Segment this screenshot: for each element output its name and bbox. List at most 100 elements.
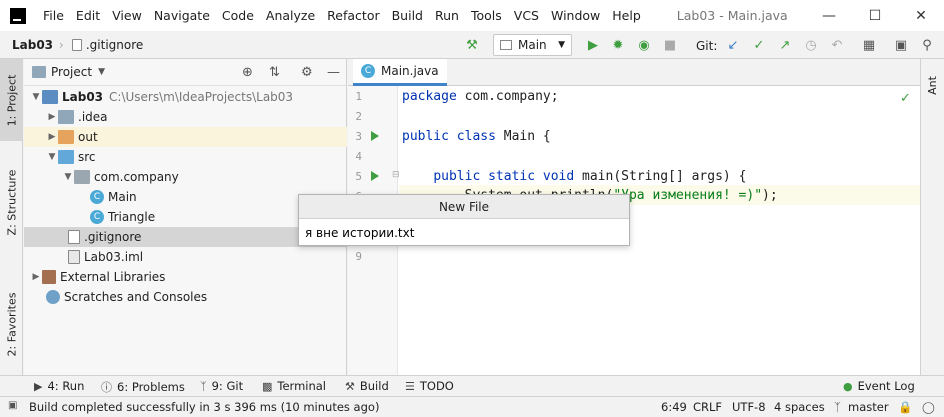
menu-analyze[interactable]: Analyze	[260, 0, 321, 31]
menu-file[interactable]: File	[37, 0, 70, 31]
tool-run[interactable]: ▶ 4: Run	[34, 379, 84, 393]
tool-todo[interactable]: ☰ TODO	[405, 379, 454, 393]
tab-favorites[interactable]: 2: Favorites	[0, 279, 23, 369]
chevron-right-icon[interactable]: ▶	[46, 132, 58, 142]
stop-icon[interactable]: ■	[662, 37, 678, 53]
fold-marker-icon[interactable]: ⊟	[392, 170, 400, 180]
tool-build[interactable]: ⚒ Build	[345, 379, 389, 393]
code-line-5[interactable]: public static void main(String[] args) {	[402, 169, 746, 184]
tab-ant[interactable]: Ant	[921, 65, 944, 105]
code-keyword: public static void	[433, 169, 575, 184]
tab-project[interactable]: 1: Project	[0, 59, 23, 141]
project-panel-title[interactable]: Project	[51, 65, 92, 79]
tree-item-scratches[interactable]: Scratches and Consoles	[24, 287, 347, 307]
tool-problems[interactable]: ⓘ 6: Problems	[101, 379, 185, 395]
tab-structure[interactable]: Z: Structure	[0, 155, 23, 249]
status-message[interactable]: Build completed successfully in 3 s 396 …	[29, 400, 379, 414]
menu-refactor[interactable]: Refactor	[321, 0, 385, 31]
breadcrumb-file[interactable]: .gitignore	[86, 38, 143, 52]
breadcrumb-separator-icon: ›	[59, 37, 64, 52]
menu-navigate[interactable]: Navigate	[148, 0, 216, 31]
debug-bug-icon[interactable]: ✹	[610, 37, 626, 53]
indent-setting[interactable]: 4 spaces	[774, 400, 825, 414]
menu-view[interactable]: View	[106, 0, 148, 31]
git-push-icon[interactable]: ↗	[777, 37, 793, 53]
tree-item-package[interactable]: ▼ com.company	[24, 167, 347, 187]
tree-item-out[interactable]: ▶ out	[24, 127, 347, 147]
menu-edit[interactable]: Edit	[70, 0, 106, 31]
lock-icon[interactable]: 🔒	[898, 400, 912, 414]
locate-target-icon[interactable]: ⊕	[242, 65, 253, 80]
code-line-3[interactable]: public class Main {	[402, 129, 551, 144]
line-number: 9	[355, 250, 362, 263]
git-update-icon[interactable]: ↙	[725, 37, 741, 53]
window-title: Lab03 - Main.java	[676, 8, 788, 23]
rollback-icon[interactable]: ↶	[829, 37, 845, 53]
search-icon[interactable]: ⚲	[919, 37, 935, 53]
run-configuration-select[interactable]: Main ▼	[493, 34, 572, 56]
menu-code[interactable]: Code	[216, 0, 260, 31]
maximize-button[interactable]: ☐	[852, 0, 898, 31]
breadcrumb-project[interactable]: Lab03	[12, 38, 53, 52]
run-gutter-icon[interactable]	[371, 171, 379, 181]
gitignore-file-icon	[71, 38, 82, 51]
editor-tab-main[interactable]: C Main.java	[353, 59, 447, 86]
chevron-down-icon[interactable]: ▼	[98, 67, 105, 77]
minimize-button[interactable]: —	[806, 0, 852, 31]
git-branch[interactable]: master	[848, 400, 889, 414]
terminal-icon: ▩	[262, 379, 273, 393]
menu-vcs[interactable]: VCS	[508, 0, 545, 31]
chevron-right-icon[interactable]: ▶	[46, 112, 58, 122]
run-gutter-icon[interactable]	[371, 131, 379, 141]
file-encoding[interactable]: UTF-8	[732, 400, 766, 414]
build-hammer-icon: ⚒	[345, 379, 355, 393]
menu-build[interactable]: Build	[386, 0, 429, 31]
tree-item-src[interactable]: ▼ src	[24, 147, 347, 167]
close-button[interactable]: ✕	[898, 0, 944, 31]
git-commit-check-icon[interactable]: ✓	[751, 37, 767, 53]
build-hammer-icon[interactable]: ⚒	[464, 37, 480, 53]
tree-item-idea[interactable]: ▶ .idea	[24, 107, 347, 127]
chevron-down-icon[interactable]: ▼	[46, 152, 58, 162]
code-text: Main {	[495, 129, 551, 144]
run-anything-icon[interactable]: ▣	[893, 37, 909, 53]
tree-item-label: com.company	[94, 170, 179, 184]
run-icon[interactable]: ▶	[585, 37, 601, 53]
menu-tools[interactable]: Tools	[465, 0, 508, 31]
collapse-all-icon[interactable]: ⇅	[269, 65, 280, 80]
history-clock-icon[interactable]: ◷	[803, 37, 819, 53]
chevron-down-icon[interactable]: ▼	[62, 172, 74, 182]
chevron-down-icon[interactable]: ▼	[30, 92, 42, 102]
new-file-name-input[interactable]	[305, 223, 623, 243]
gear-icon[interactable]: ⚙	[301, 65, 313, 80]
tool-event-log[interactable]: ● Event Log	[843, 379, 915, 393]
bottom-tool-bar: ▶ 4: Run ⓘ 6: Problems ᛉ 9: Git ▩ Terminal ⚒…	[0, 375, 944, 396]
code-text: main(String[] args) {	[574, 169, 747, 184]
tree-item-label: Main	[108, 190, 137, 204]
project-structure-icon[interactable]: ▦	[861, 37, 877, 53]
menu-window[interactable]: Window	[545, 0, 606, 31]
menu-run[interactable]: Run	[429, 0, 465, 31]
coverage-icon[interactable]: ◉	[636, 37, 652, 53]
status-toggle-icon[interactable]: ▣	[8, 400, 17, 411]
chevron-right-icon[interactable]: ▶	[30, 272, 42, 282]
tool-label: Event Log	[857, 379, 915, 393]
caret-position[interactable]: 6:49	[661, 400, 687, 414]
line-separator[interactable]: CRLF	[693, 400, 722, 414]
event-log-icon: ●	[843, 379, 853, 393]
tool-git[interactable]: ᛉ 9: Git	[200, 379, 243, 393]
inspection-ok-check-icon[interactable]: ✓	[900, 91, 911, 106]
tree-item-iml[interactable]: Lab03.iml	[24, 247, 347, 267]
project-panel-header: Project ▼ ⊕ ⇅ ⚙ —	[24, 59, 346, 86]
title-bar: File Edit View Navigate Code Analyze Ref…	[0, 0, 944, 31]
package-icon	[74, 170, 90, 184]
hide-minus-icon[interactable]: —	[327, 65, 340, 80]
tab-favorites-label: 2: Favorites	[5, 292, 19, 356]
tool-terminal[interactable]: ▩ Terminal	[262, 379, 326, 393]
menu-help[interactable]: Help	[606, 0, 647, 31]
memory-indicator-icon[interactable]: ◯	[922, 400, 935, 414]
code-line-1[interactable]: package com.company;	[402, 89, 559, 104]
tree-item-external-libraries[interactable]: ▶ External Libraries	[24, 267, 347, 287]
line-number: 5	[355, 170, 362, 183]
tree-item-root[interactable]: ▼ Lab03 C:\Users\m\IdeaProjects\Lab03	[24, 87, 347, 107]
